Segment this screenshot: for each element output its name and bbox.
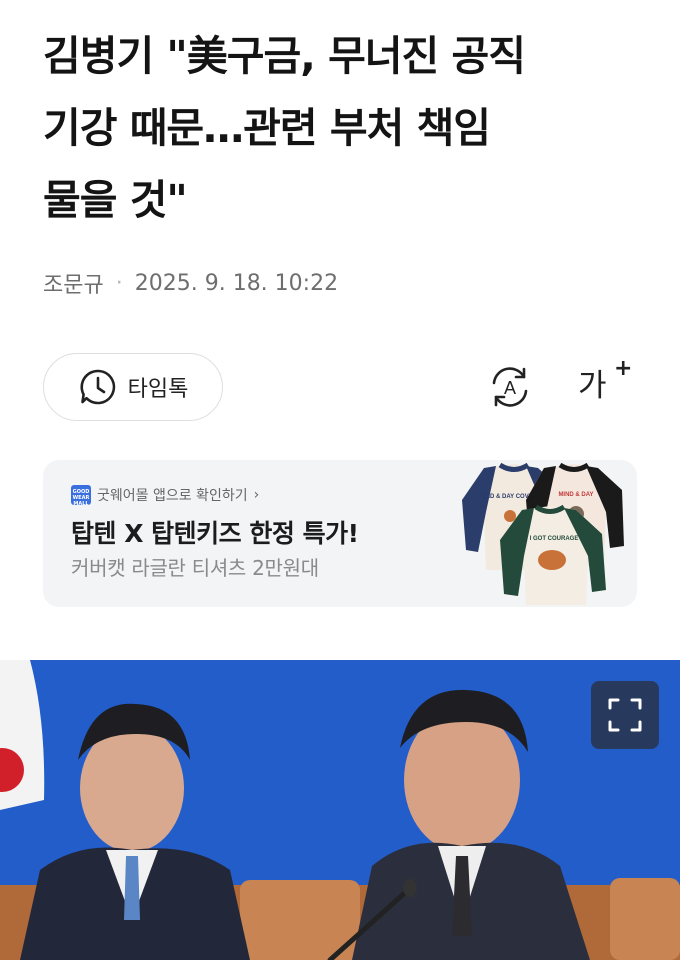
author-name[interactable]: 조문규 (43, 267, 104, 299)
expand-photo-button[interactable] (591, 681, 659, 749)
ad-source-label: 굿웨어몰 앱으로 확인하기 (97, 488, 248, 504)
font-size-button[interactable]: 가 + (578, 356, 632, 412)
clock-chat-icon (80, 369, 115, 405)
article-meta: 조문규 · 2025. 9. 18. 10:22 (43, 266, 338, 300)
ad-source[interactable]: GOOD WEAR MALL 굿웨어몰 앱으로 확인하기 › (71, 485, 260, 507)
svg-text:I GOT COURAGE: I GOT COURAGE (530, 536, 579, 542)
expand-icon (608, 698, 642, 732)
article-page: 김병기 "美구금, 무너진 공직 기강 때문…관련 부처 책임 물을 것" 조문… (0, 0, 680, 960)
translate-icon: A (492, 367, 528, 407)
mall-logo: GOOD WEAR MALL (71, 485, 91, 507)
ad-title: 탑텐 X 탑텐키즈 한정 특가! (71, 519, 359, 548)
ad-subtitle: 커버캣 라글란 티셔츠 2만원대 (71, 556, 319, 580)
press-conference-image (0, 660, 680, 960)
article-photo[interactable] (0, 660, 680, 960)
font-size-plus: + (614, 356, 633, 381)
translate-button[interactable]: A (486, 363, 534, 411)
svg-text:MIND & DAY: MIND & DAY (558, 492, 593, 498)
meta-separator: · (115, 270, 123, 296)
svg-text:A: A (504, 378, 516, 398)
font-size-label: 가 (578, 368, 607, 404)
article-headline: 김병기 "美구금, 무너진 공직 기강 때문…관련 부처 책임 물을 것" (43, 32, 526, 224)
published-datetime: 2025. 9. 18. 10:22 (134, 270, 339, 296)
ad-product-image: MIND & DAY COVERCAT MIND & DAY I GOT COU… (462, 462, 624, 605)
timetalk-label: 타임톡 (127, 377, 189, 402)
ad-banner[interactable]: GOOD WEAR MALL 굿웨어몰 앱으로 확인하기 › 탑텐 X 탑텐키즈… (43, 460, 637, 607)
timetalk-button[interactable]: 타임톡 (43, 353, 223, 421)
chevron-right-icon: › (253, 487, 260, 503)
